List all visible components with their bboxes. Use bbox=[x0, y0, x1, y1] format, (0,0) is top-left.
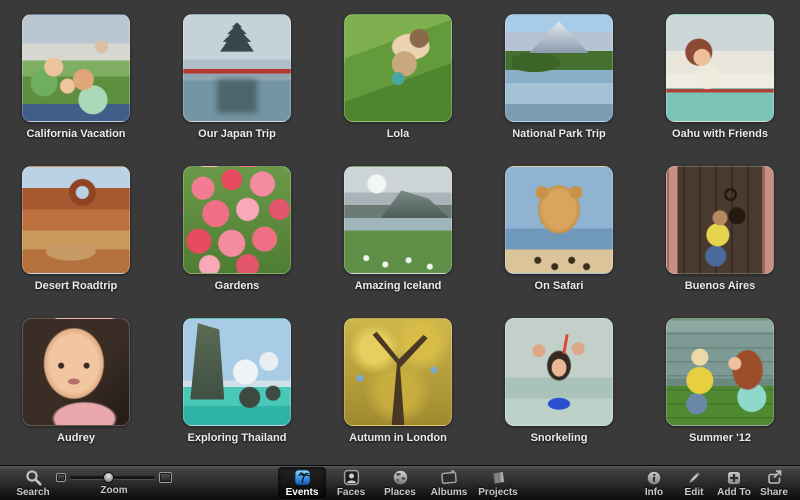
event-audrey[interactable]: Audrey bbox=[22, 318, 130, 470]
photo-frame-icon bbox=[440, 469, 458, 486]
tab-faces[interactable]: Faces bbox=[327, 466, 375, 500]
event-photo[interactable] bbox=[666, 14, 774, 122]
event-title[interactable]: Desert Roadtrip bbox=[35, 280, 118, 293]
event-title[interactable]: Oahu with Friends bbox=[672, 128, 768, 141]
edit-button[interactable]: Edit bbox=[674, 466, 714, 500]
event-on-safari[interactable]: On Safari bbox=[505, 166, 613, 318]
event-autumn-in-london[interactable]: Autumn in London bbox=[344, 318, 452, 470]
events-grid: California Vacation Our Japan Trip Lola … bbox=[0, 0, 800, 465]
zoom-slider[interactable] bbox=[70, 472, 155, 483]
edit-label: Edit bbox=[685, 487, 704, 498]
event-photo[interactable] bbox=[505, 318, 613, 426]
event-title[interactable]: California Vacation bbox=[26, 128, 125, 141]
event-title[interactable]: Amazing Iceland bbox=[355, 280, 442, 293]
zoom-label: Zoom bbox=[100, 485, 127, 496]
event-our-japan-trip[interactable]: Our Japan Trip bbox=[183, 14, 291, 166]
search-icon bbox=[25, 469, 42, 486]
small-photo-icon bbox=[56, 473, 66, 482]
event-title[interactable]: Snorkeling bbox=[531, 432, 588, 445]
event-title[interactable]: Our Japan Trip bbox=[198, 128, 276, 141]
event-gardens[interactable]: Gardens bbox=[183, 166, 291, 318]
tab-places[interactable]: Places bbox=[376, 466, 424, 500]
event-photo[interactable] bbox=[22, 318, 130, 426]
tab-projects-label: Projects bbox=[478, 487, 517, 498]
view-switcher: Events Faces bbox=[278, 466, 522, 500]
event-photo[interactable] bbox=[344, 166, 452, 274]
event-title[interactable]: On Safari bbox=[535, 280, 584, 293]
event-amazing-iceland[interactable]: Amazing Iceland bbox=[344, 166, 452, 318]
zoom-slider-knob[interactable] bbox=[103, 472, 114, 483]
pencil-icon bbox=[686, 469, 702, 486]
event-title[interactable]: Gardens bbox=[215, 280, 260, 293]
event-title[interactable]: Autumn in London bbox=[349, 432, 447, 445]
event-photo[interactable] bbox=[22, 166, 130, 274]
info-label: Info bbox=[645, 487, 663, 498]
add-to-button[interactable]: Add To bbox=[714, 466, 754, 500]
search-label: Search bbox=[16, 487, 49, 498]
event-photo[interactable] bbox=[505, 14, 613, 122]
event-california-vacation[interactable]: California Vacation bbox=[22, 14, 130, 166]
iphoto-window: California Vacation Our Japan Trip Lola … bbox=[0, 0, 800, 500]
event-oahu-with-friends[interactable]: Oahu with Friends bbox=[666, 14, 774, 166]
event-title[interactable]: Exploring Thailand bbox=[187, 432, 286, 445]
book-icon bbox=[490, 469, 507, 486]
tab-events[interactable]: Events bbox=[278, 467, 326, 499]
tab-albums[interactable]: Albums bbox=[425, 466, 473, 500]
event-photo[interactable] bbox=[183, 318, 291, 426]
event-photo[interactable] bbox=[666, 166, 774, 274]
large-photo-icon bbox=[159, 472, 172, 483]
share-button[interactable]: Share bbox=[754, 466, 794, 500]
action-buttons: Info Edit bbox=[634, 466, 794, 500]
person-portrait-icon bbox=[343, 469, 360, 486]
event-photo[interactable] bbox=[183, 166, 291, 274]
tab-projects[interactable]: Projects bbox=[474, 466, 522, 500]
event-desert-roadtrip[interactable]: Desert Roadtrip bbox=[22, 166, 130, 318]
event-title[interactable]: Lola bbox=[387, 128, 410, 141]
add-to-label: Add To bbox=[717, 487, 751, 498]
share-icon bbox=[766, 469, 783, 486]
event-buenos-aires[interactable]: Buenos Aires bbox=[666, 166, 774, 318]
event-photo[interactable] bbox=[22, 14, 130, 122]
event-title[interactable]: Audrey bbox=[57, 432, 95, 445]
tab-places-label: Places bbox=[384, 487, 416, 498]
info-button[interactable]: Info bbox=[634, 466, 674, 500]
event-national-park-trip[interactable]: National Park Trip bbox=[505, 14, 613, 166]
event-photo[interactable] bbox=[344, 14, 452, 122]
zoom-control: Zoom bbox=[56, 466, 172, 500]
event-summer-12[interactable]: Summer '12 bbox=[666, 318, 774, 470]
info-icon bbox=[646, 469, 662, 486]
toolbar: Search Zoom bbox=[0, 465, 800, 500]
event-photo[interactable] bbox=[183, 14, 291, 122]
tab-albums-label: Albums bbox=[431, 487, 468, 498]
event-exploring-thailand[interactable]: Exploring Thailand bbox=[183, 318, 291, 470]
tab-events-label: Events bbox=[286, 487, 319, 498]
search-button[interactable]: Search bbox=[10, 466, 56, 500]
event-title[interactable]: National Park Trip bbox=[512, 128, 606, 141]
add-icon bbox=[726, 469, 742, 486]
event-photo[interactable] bbox=[505, 166, 613, 274]
share-label: Share bbox=[760, 487, 788, 498]
event-photo[interactable] bbox=[344, 318, 452, 426]
event-lola[interactable]: Lola bbox=[344, 14, 452, 166]
event-title[interactable]: Summer '12 bbox=[689, 432, 751, 445]
tab-faces-label: Faces bbox=[337, 487, 365, 498]
globe-icon bbox=[392, 469, 409, 486]
event-photo[interactable] bbox=[666, 318, 774, 426]
palm-tree-icon bbox=[294, 469, 311, 486]
event-snorkeling[interactable]: Snorkeling bbox=[505, 318, 613, 470]
event-title[interactable]: Buenos Aires bbox=[685, 280, 756, 293]
